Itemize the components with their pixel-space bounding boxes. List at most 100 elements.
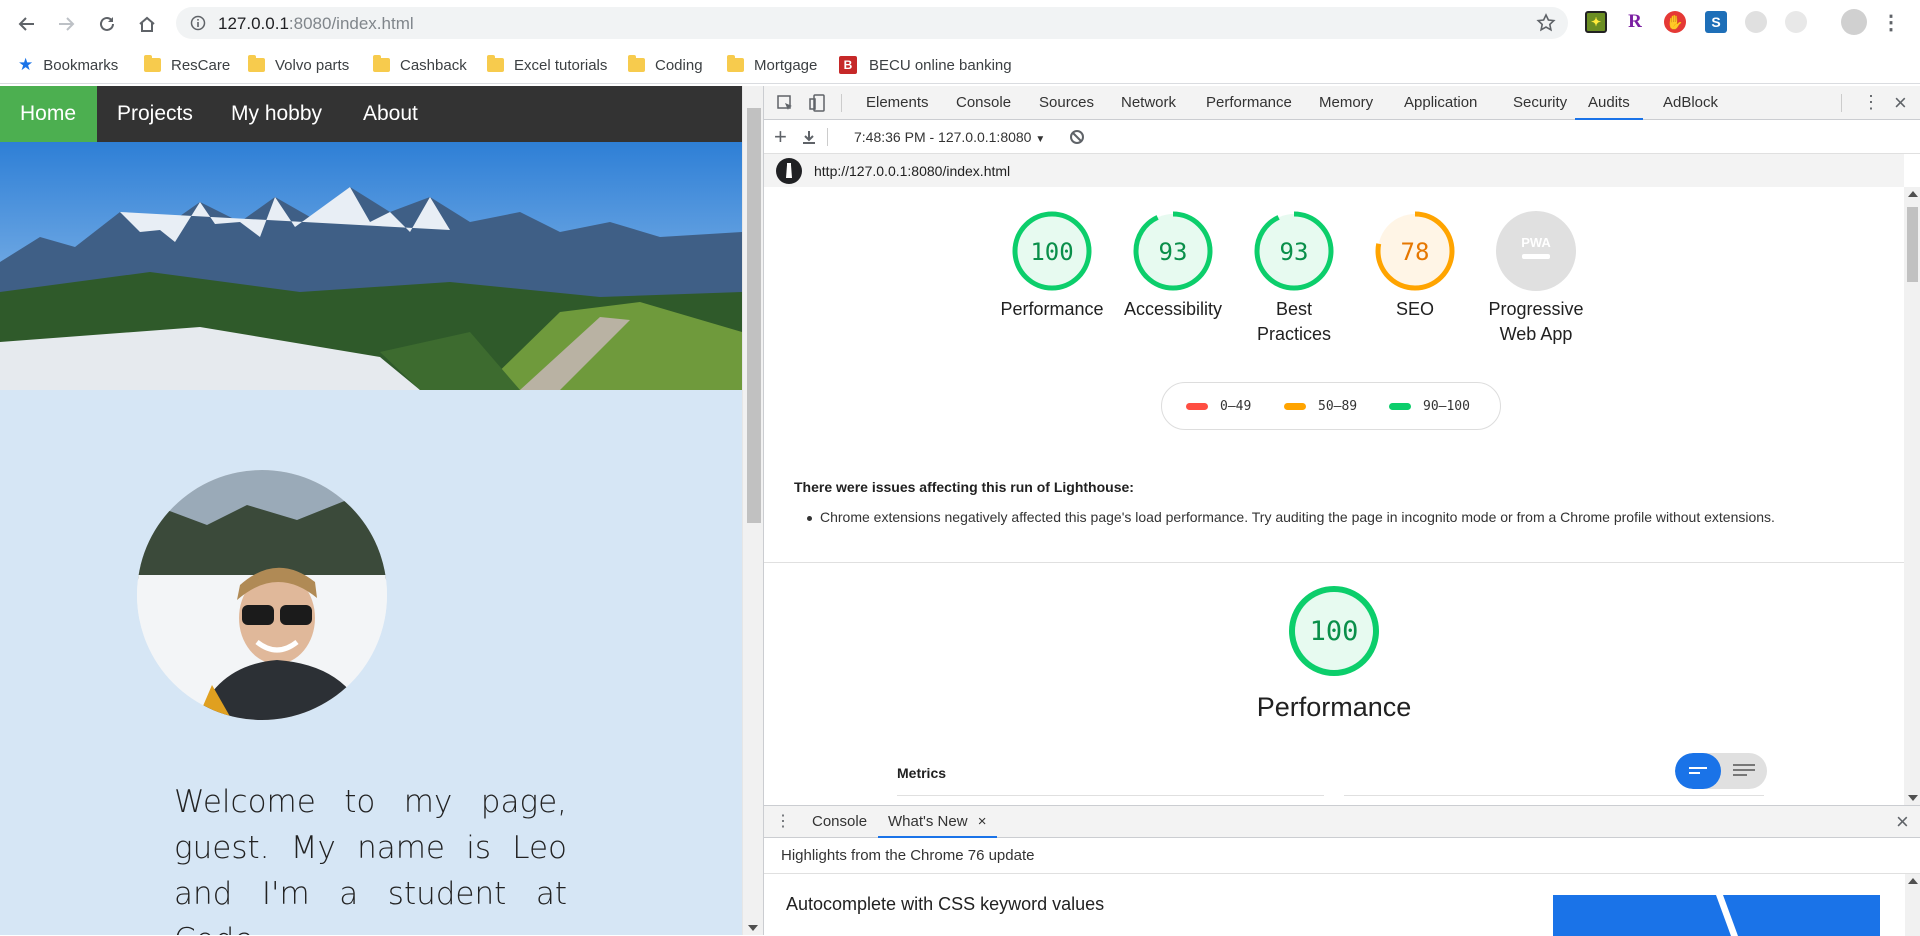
drawer-tab-console[interactable]: Console: [810, 806, 869, 838]
home-button[interactable]: [133, 10, 161, 38]
extension-gray2-icon[interactable]: [1785, 11, 1807, 33]
tab-elements[interactable]: Elements: [864, 86, 931, 120]
extension-r-label: R: [1628, 11, 1642, 32]
lighthouse-logo-icon: [776, 158, 802, 184]
site-scrollbar-thumb[interactable]: [747, 108, 761, 523]
extension-r-icon[interactable]: R: [1624, 11, 1646, 33]
bookmark-coding[interactable]: Coding: [628, 54, 703, 76]
device-toolbar-icon[interactable]: [808, 93, 828, 113]
warning-title: There were issues affecting this run of …: [794, 479, 1134, 495]
gauge-pwa[interactable]: PWA Progressive Web App: [1476, 209, 1596, 347]
toolbar-divider: [841, 94, 842, 112]
report-scrollbar-thumb[interactable]: [1907, 207, 1918, 282]
report-url-bar: http://127.0.0.1:8080/index.html: [764, 154, 1904, 187]
performance-gauge-large: 100: [1274, 584, 1394, 683]
tab-application[interactable]: Application: [1402, 86, 1479, 120]
drawer-menu-icon[interactable]: ⋮: [775, 811, 791, 831]
nav-my-hobby[interactable]: My hobby: [211, 86, 342, 142]
tab-sources[interactable]: Sources: [1037, 86, 1096, 120]
tab-audits[interactable]: Audits: [1575, 86, 1643, 120]
bookmark-becu[interactable]: B BECU online banking: [839, 54, 1012, 76]
gauge-best-practices[interactable]: 93 Best Practices: [1234, 209, 1354, 347]
close-devtools-icon[interactable]: ×: [1894, 90, 1907, 116]
pwa-dash: [1522, 254, 1550, 259]
url-path: :8080/index.html: [288, 14, 414, 33]
gauge-seo[interactable]: 78 SEO: [1355, 209, 1475, 322]
report-scrollbar[interactable]: [1904, 187, 1920, 805]
gauge-label: Progressive Web App: [1476, 297, 1596, 347]
scroll-down-arrow-icon[interactable]: [748, 925, 758, 931]
devtools-tabbar: Elements Console Sources Network Perform…: [764, 86, 1920, 120]
bookmark-bookmarks[interactable]: ★ Bookmarks: [18, 54, 118, 76]
clear-block-icon[interactable]: [1069, 129, 1085, 145]
download-icon[interactable]: [801, 129, 817, 145]
gauge-score: 93: [1280, 238, 1309, 266]
gauge-accessibility[interactable]: 93 Accessibility: [1113, 209, 1233, 322]
tab-console[interactable]: Console: [954, 86, 1013, 120]
audit-run-select[interactable]: 7:48:36 PM - 127.0.0.1:8080 ▼: [854, 129, 1045, 145]
tab-performance[interactable]: Performance: [1204, 86, 1294, 120]
forward-button[interactable]: [52, 10, 80, 38]
bookmark-volvo-parts[interactable]: Volvo parts: [248, 54, 349, 76]
back-button[interactable]: [13, 10, 41, 38]
nav-about[interactable]: About: [343, 86, 438, 142]
url-host: 127.0.0.1: [218, 14, 289, 33]
audit-run-label: 7:48:36 PM - 127.0.0.1:8080: [854, 129, 1032, 145]
metrics-view-toggle[interactable]: [1675, 753, 1767, 789]
gauge-ring-seo: 78: [1375, 211, 1455, 291]
tab-security[interactable]: Security: [1511, 86, 1569, 120]
bookmark-label: Mortgage: [754, 56, 818, 74]
gauge-label-line2: Practices: [1256, 324, 1332, 344]
reload-icon: [100, 16, 114, 31]
reload-button[interactable]: [93, 10, 121, 38]
gauge-label-line1: Progressive: [1488, 299, 1584, 319]
lines-long-icon[interactable]: [1733, 763, 1755, 779]
lighthouse-report: 100 Performance 93 Accessibility 93 Best Pract…: [764, 187, 1904, 805]
close-tab-icon[interactable]: ×: [978, 813, 987, 830]
inspect-element-icon[interactable]: [776, 94, 794, 112]
scroll-up-arrow-icon[interactable]: [1908, 878, 1918, 884]
bookmark-excel-tutorials[interactable]: Excel tutorials: [487, 54, 607, 76]
bookmark-rescare[interactable]: ResCare: [144, 54, 230, 76]
toolbar-divider: [827, 128, 828, 146]
devtools-menu-icon[interactable]: ⋮: [1862, 92, 1880, 113]
drawer-tab-whats-new[interactable]: What's New ×: [878, 806, 997, 838]
extension-s-icon[interactable]: S: [1705, 11, 1727, 33]
info-icon[interactable]: [190, 15, 206, 31]
extension-adblock-icon[interactable]: ✋: [1664, 11, 1686, 33]
tab-network[interactable]: Network: [1119, 86, 1178, 120]
site-scrollbar[interactable]: [742, 86, 763, 935]
browser-menu-icon[interactable]: ⋮: [1880, 11, 1902, 34]
extension-gray-icon[interactable]: [1745, 11, 1767, 33]
becu-icon: B: [839, 56, 857, 74]
highlights-banner: Highlights from the Chrome 76 update: [764, 838, 1920, 874]
nav-home[interactable]: Home: [0, 86, 97, 142]
legend-fail: 0–49: [1186, 399, 1251, 414]
bookmark-star-icon[interactable]: [1536, 13, 1556, 33]
legend-label: 50–89: [1318, 399, 1358, 414]
gauge-performance[interactable]: 100 Performance: [992, 209, 1112, 322]
new-audit-plus-icon[interactable]: +: [774, 124, 787, 150]
address-bar[interactable]: 127.0.0.1:8080/index.html: [176, 7, 1568, 39]
metrics-heading: Metrics: [897, 765, 947, 781]
gauge-ring-best-practices: 93: [1254, 211, 1334, 291]
gauge-label: SEO: [1355, 297, 1475, 322]
extension-puzzle-icon[interactable]: ✦: [1585, 11, 1607, 33]
performance-score-large: 100: [1310, 616, 1359, 647]
profile-avatar-icon[interactable]: [1841, 9, 1867, 35]
folder-icon: [144, 55, 161, 72]
scroll-down-arrow-icon[interactable]: [1908, 795, 1918, 801]
tab-adblock[interactable]: AdBlock: [1661, 86, 1720, 120]
scroll-up-arrow-icon[interactable]: [1908, 191, 1918, 197]
report-url[interactable]: http://127.0.0.1:8080/index.html: [814, 163, 1010, 179]
close-drawer-icon[interactable]: ×: [1896, 809, 1909, 835]
feature-title[interactable]: Autocomplete with CSS keyword values: [786, 894, 1104, 915]
url-text: 127.0.0.1:8080/index.html: [218, 14, 414, 34]
tab-memory[interactable]: Memory: [1317, 86, 1375, 120]
bookmark-mortgage[interactable]: Mortgage: [727, 54, 817, 76]
folder-icon: [248, 55, 265, 72]
drawer-scrollbar[interactable]: [1905, 874, 1920, 936]
nav-projects[interactable]: Projects: [97, 86, 213, 142]
bookmark-cashback[interactable]: Cashback: [373, 54, 467, 76]
gauge-label-line2: Web App: [1499, 324, 1573, 344]
